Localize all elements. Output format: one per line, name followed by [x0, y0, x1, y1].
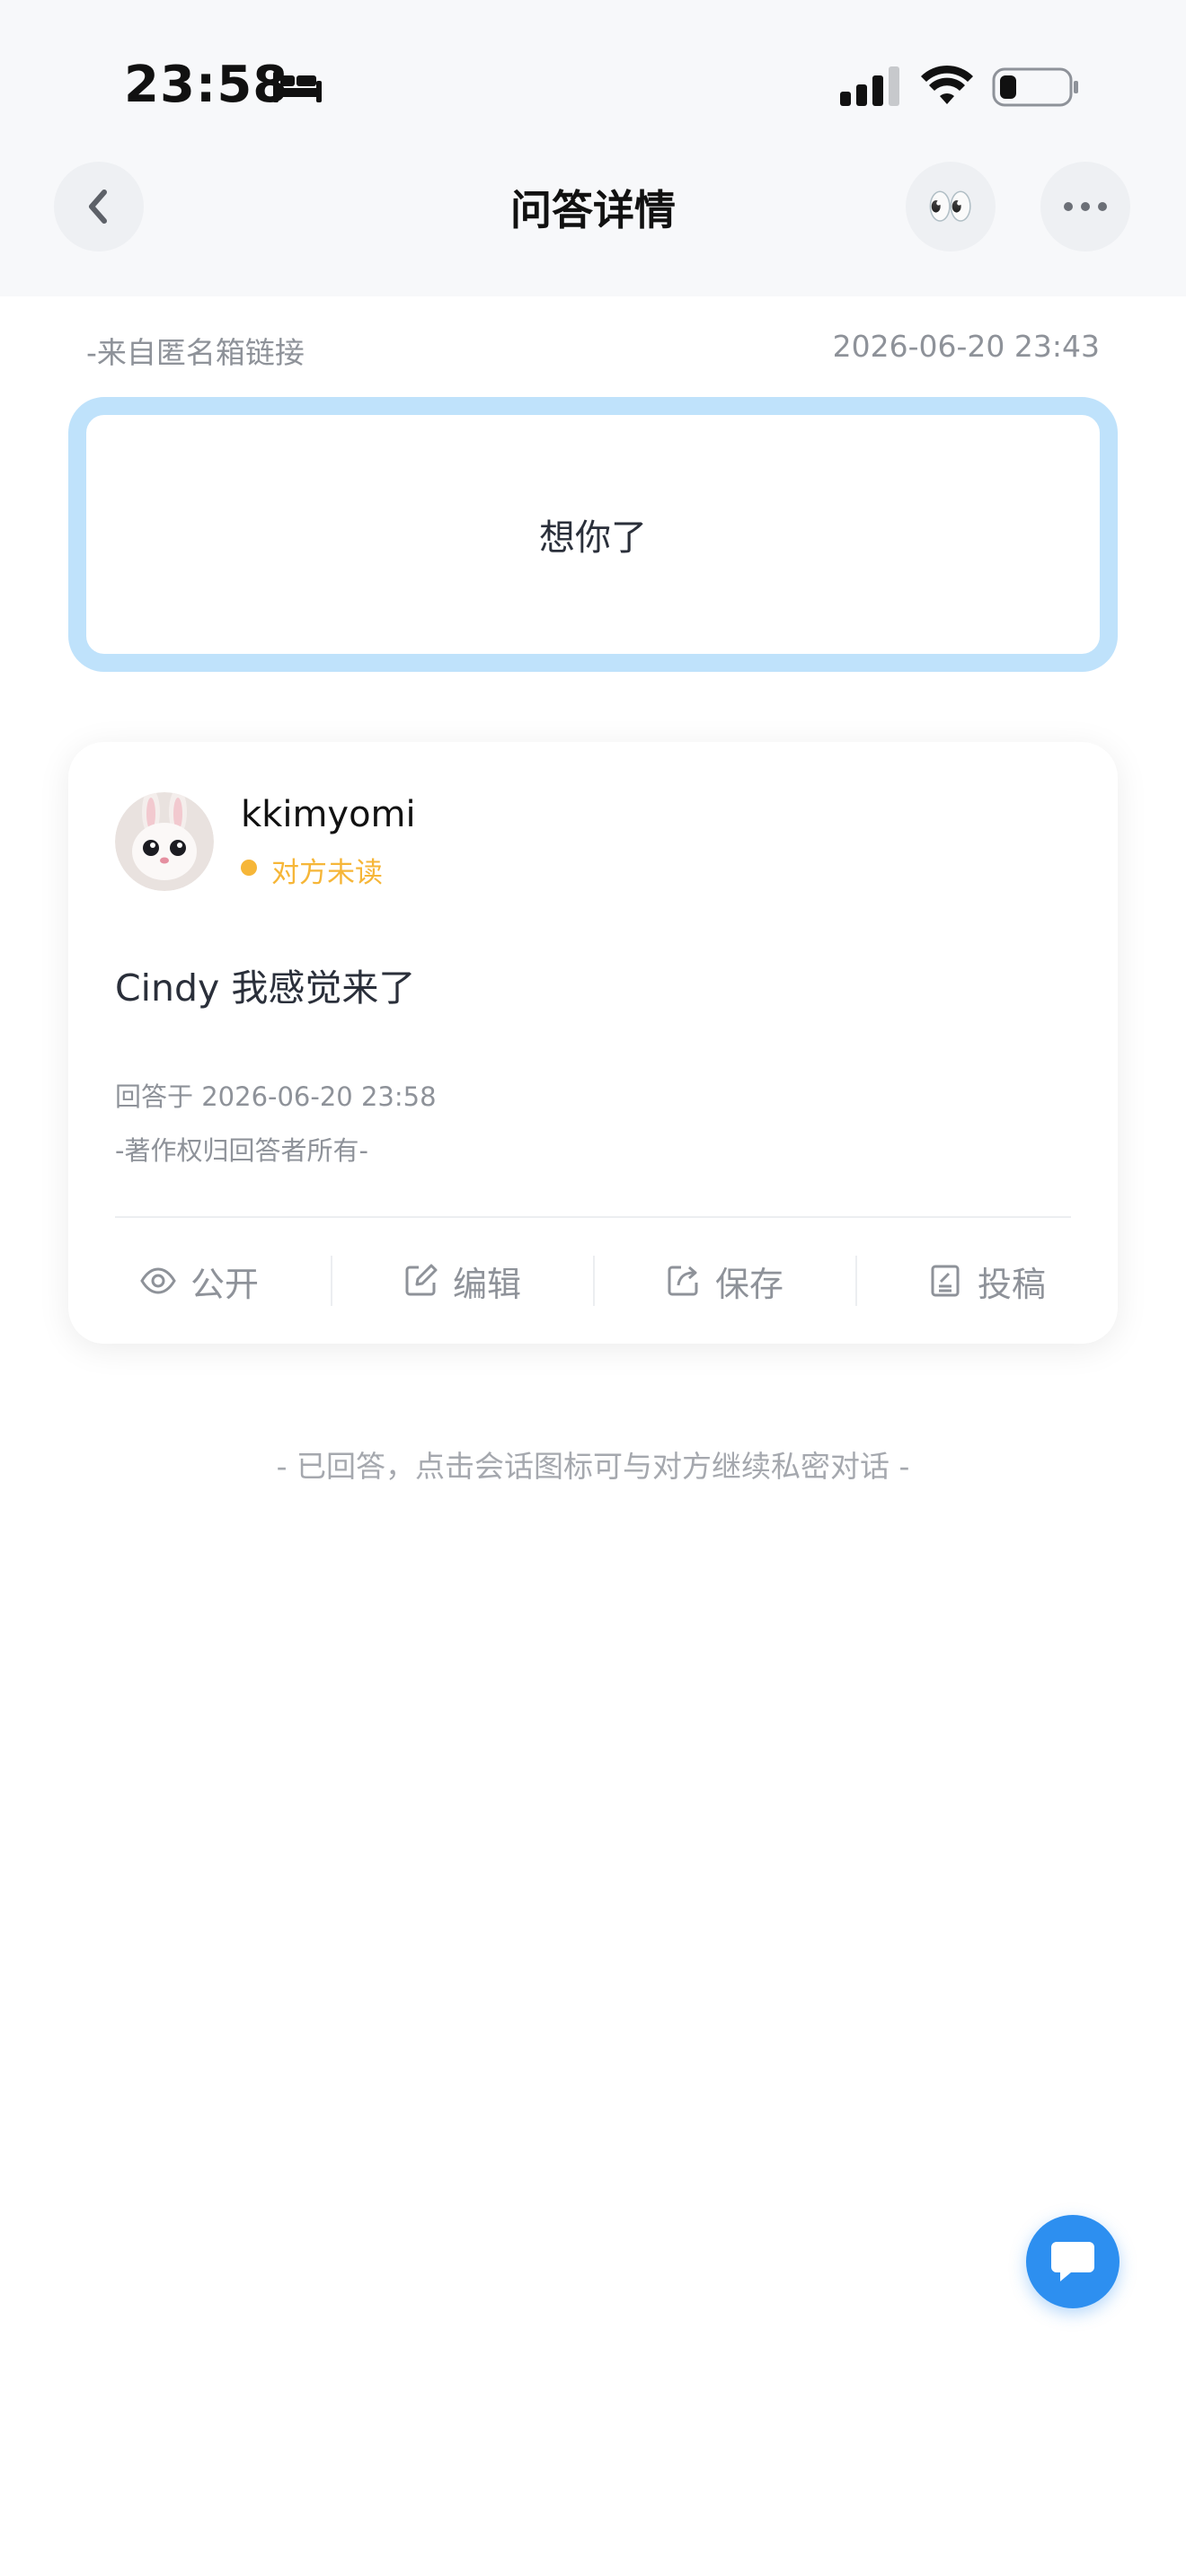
answer-actions: 公开 编辑 保存 投稿	[68, 1218, 1118, 1344]
document-icon	[931, 1265, 960, 1297]
status-time: 23:58	[124, 56, 289, 114]
public-button[interactable]: 公开	[68, 1257, 331, 1306]
question-text: 想你了	[539, 517, 647, 559]
chat-button[interactable]	[1026, 2215, 1120, 2308]
question-source: -来自匿名箱链接	[86, 335, 305, 370]
more-dots-icon	[1064, 202, 1107, 211]
eyes-icon: 👀	[926, 184, 975, 228]
battery-icon	[992, 67, 1078, 107]
answer-card: kkimyomi 对方未读 Cindy 我感觉来了 回答于 2026-06-20…	[68, 742, 1118, 1344]
submit-button[interactable]: 投稿	[855, 1257, 1118, 1306]
save-label: 保存	[714, 1264, 783, 1304]
signal-icon	[840, 66, 899, 106]
avatar[interactable]	[115, 792, 214, 891]
page-title: 问答详情	[510, 186, 676, 234]
share-icon	[668, 1266, 698, 1296]
question-card: 想你了	[68, 397, 1118, 672]
footer-note: - 已回答，点击会话图标可与对方继续私密对话 -	[276, 1449, 910, 1484]
chat-bubble-icon	[1051, 2242, 1094, 2281]
unread-dot	[241, 860, 257, 876]
public-label: 公开	[190, 1264, 259, 1304]
edit-icon	[405, 1264, 438, 1296]
read-status: 对方未读	[271, 857, 383, 889]
eye-icon	[140, 1267, 176, 1294]
submit-label: 投稿	[977, 1264, 1046, 1304]
save-button[interactable]: 保存	[593, 1257, 855, 1306]
eyes-button[interactable]: 👀	[906, 162, 996, 251]
edit-button[interactable]: 编辑	[331, 1257, 593, 1306]
bed-icon	[273, 72, 322, 102]
username[interactable]: kkimyomi	[241, 794, 416, 835]
answer-text: Cindy 我感觉来了	[115, 966, 416, 1010]
copyright-note: -著作权归回答者所有-	[115, 1135, 368, 1166]
header-background	[0, 0, 1186, 296]
back-button[interactable]	[54, 162, 144, 251]
wifi-icon	[921, 65, 973, 104]
edit-label: 编辑	[452, 1264, 521, 1304]
more-button[interactable]	[1040, 162, 1130, 251]
answer-time: 回答于 2026-06-20 23:58	[115, 1081, 437, 1112]
question-time: 2026-06-20 23:43	[832, 329, 1100, 364]
chevron-left-icon	[89, 190, 107, 224]
